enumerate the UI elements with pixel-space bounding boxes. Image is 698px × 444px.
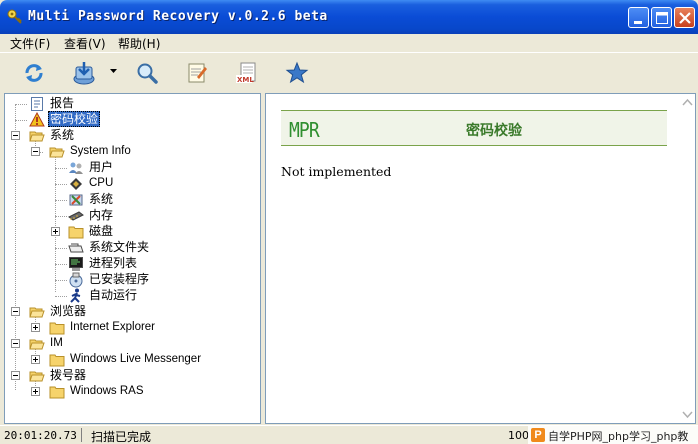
favorite-button[interactable] <box>283 59 311 87</box>
content-title: 密码校验 <box>466 123 522 139</box>
tree-item-ie[interactable]: Internet Explorer <box>69 320 156 334</box>
content-header: MPR 密码校验 <box>281 110 667 146</box>
maximize-icon <box>656 12 668 24</box>
toolbar: XML <box>0 52 698 92</box>
tree-item-cpu[interactable]: CPU <box>88 176 114 190</box>
scroll-down-icon[interactable] <box>682 409 693 420</box>
tree-item-system-folders[interactable]: 系统文件夹 <box>88 240 150 254</box>
folder-icon <box>49 352 65 368</box>
tree-item-disk[interactable]: 磁盘 <box>88 224 114 238</box>
tree-item-installed[interactable]: 已安装程序 <box>88 272 150 286</box>
expander-messenger[interactable] <box>31 355 40 364</box>
menu-file[interactable]: 文件(F) <box>10 35 50 52</box>
status-progress: 100 <box>508 429 529 442</box>
folder-open-icon <box>29 128 45 144</box>
maximize-button[interactable] <box>651 7 672 28</box>
tree-item-autorun[interactable]: 自动运行 <box>88 288 138 302</box>
tree-item-browsers[interactable]: 浏览器 <box>49 304 87 318</box>
watermark-text: 自学PHP网_php学习_php教 <box>548 430 689 443</box>
import-button[interactable] <box>70 59 110 87</box>
notepad-icon <box>188 63 207 83</box>
process-list-icon <box>68 256 84 272</box>
tree-item-users[interactable]: 用户 <box>88 160 114 174</box>
expander-system[interactable] <box>11 131 20 140</box>
tree-item-im[interactable]: IM <box>49 336 64 350</box>
refresh-icon <box>25 64 43 82</box>
folder-open-icon <box>29 304 45 320</box>
watermark: P 自学PHP网_php学习_php教 <box>528 426 698 444</box>
minimize-icon <box>634 21 642 24</box>
expander-system-info[interactable] <box>31 147 40 156</box>
status-time: 20:01:20.73 <box>4 429 77 442</box>
svg-text:XML: XML <box>237 76 254 84</box>
tree-item-system-sub[interactable]: 系统 <box>88 192 114 206</box>
search-button[interactable] <box>133 59 161 87</box>
tree-item-system-info[interactable]: System Info <box>69 144 132 158</box>
php-logo-icon: P <box>531 428 545 442</box>
menu-help[interactable]: 帮助(H) <box>118 35 160 52</box>
expander-dialer[interactable] <box>11 371 20 380</box>
title-bar[interactable]: Multi Password Recovery v.0.2.6 beta <box>0 0 698 34</box>
content-message: Not implemented <box>281 164 392 179</box>
key-icon <box>7 9 22 24</box>
folder-open-icon <box>49 144 65 160</box>
expander-ie[interactable] <box>31 323 40 332</box>
menu-view[interactable]: 查看(V) <box>64 35 106 52</box>
report-icon <box>29 96 45 112</box>
tree-item-verify[interactable]: 密码校验 <box>48 111 101 127</box>
tree-pane[interactable]: 报告 密码校验 系统 System Info 用户 CPU 系统 内存 磁盘 系… <box>4 93 261 424</box>
notes-button[interactable] <box>183 59 211 87</box>
xml-icon: XML <box>236 62 256 84</box>
expander-disk[interactable] <box>51 227 60 236</box>
minimize-button[interactable] <box>628 7 649 28</box>
folder-open-icon <box>29 368 45 384</box>
warning-icon <box>29 111 45 128</box>
folder-open-icon <box>29 336 45 352</box>
window-title: Multi Password Recovery v.0.2.6 beta <box>28 9 328 24</box>
status-separator <box>81 428 82 442</box>
dropdown-arrow-icon[interactable] <box>110 69 117 74</box>
tree-item-system[interactable]: 系统 <box>49 128 75 142</box>
status-bar: 20:01:20.73 扫描已完成 100 P 自学PHP网_php学习_php… <box>0 425 698 444</box>
expander-ras[interactable] <box>31 387 40 396</box>
scroll-up-icon[interactable] <box>682 97 693 108</box>
tree-item-memory[interactable]: 内存 <box>88 208 114 222</box>
memory-icon <box>68 208 84 224</box>
system-tools-icon <box>68 192 84 208</box>
star-icon <box>285 61 309 84</box>
magnifier-icon <box>137 63 158 84</box>
folder-icon <box>49 384 65 400</box>
expander-browsers[interactable] <box>11 307 20 316</box>
users-icon <box>68 160 84 176</box>
export-xml-button[interactable]: XML <box>233 59 261 87</box>
tree-item-ras[interactable]: Windows RAS <box>69 384 145 398</box>
refresh-button[interactable] <box>20 59 48 87</box>
runner-icon <box>68 288 84 304</box>
menu-bar: 文件(F) 查看(V) 帮助(H) <box>0 34 698 52</box>
tree-item-process-list[interactable]: 进程列表 <box>88 256 138 270</box>
import-icon <box>73 62 95 85</box>
installer-icon <box>68 272 84 288</box>
folder-icon <box>49 320 65 336</box>
close-button[interactable] <box>674 7 695 28</box>
status-text: 扫描已完成 <box>91 430 152 444</box>
cpu-icon <box>68 176 84 192</box>
system-folder-icon <box>68 240 84 256</box>
folder-icon <box>68 224 84 240</box>
content-pane: MPR 密码校验 Not implemented <box>265 93 696 424</box>
tree-item-report[interactable]: 报告 <box>49 96 75 110</box>
close-icon <box>679 12 691 24</box>
expander-im[interactable] <box>11 339 20 348</box>
tree-item-messenger[interactable]: Windows Live Messenger <box>69 352 202 366</box>
tree-item-dialer[interactable]: 拨号器 <box>49 368 87 382</box>
